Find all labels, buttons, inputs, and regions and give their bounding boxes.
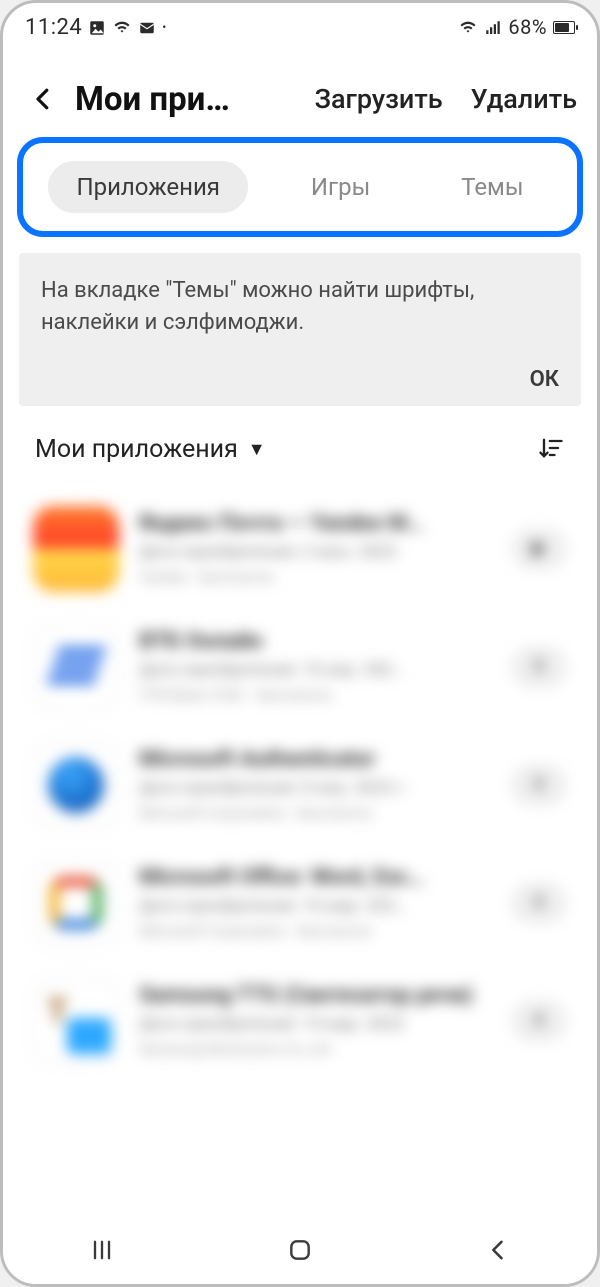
gallery-icon (88, 18, 106, 36)
download-icon: ⬇ (531, 774, 546, 795)
app-meta: Дата приобретения: 16 мар. 202… (139, 896, 491, 916)
chevron-down-icon: ▼ (248, 439, 266, 460)
app-action-button[interactable]: ⬇ (511, 764, 567, 806)
delete-button[interactable]: Удалить (471, 83, 577, 115)
app-name: Яндекс Почта — Yandex M… (139, 511, 491, 536)
download-icon: ⬇ (531, 656, 546, 677)
page-title: Мои при… (75, 80, 230, 119)
app-info: Яндекс Почта — Yandex M… Дата приобретени… (139, 511, 491, 586)
play-icon (533, 541, 545, 557)
app-name: ВТБ Онлайн (139, 629, 491, 654)
app-name: Samsung TTS (Синтезатор речи) (139, 983, 491, 1008)
tab-themes[interactable]: Темы (433, 161, 551, 213)
system-nav-bar (3, 1220, 597, 1284)
phone-frame: 11:24 • 68% Мои при… (0, 0, 600, 1287)
signal-icon (484, 18, 502, 36)
app-row[interactable]: Samsung TTS (Синтезатор речи) Дата приобр… (25, 962, 575, 1080)
download-button[interactable]: Загрузить (315, 83, 443, 115)
app-row[interactable]: Яндекс Почта — Yandex M… Дата приобретени… (25, 490, 575, 608)
app-action-button[interactable] (511, 528, 567, 570)
app-list: Яндекс Почта — Yandex M… Дата приобретени… (3, 482, 597, 1220)
app-icon (33, 978, 119, 1064)
app-info: Microsoft Office: Word, Exc… Дата приобре… (139, 865, 491, 940)
app-publisher: Yandex · Бесплатно (139, 568, 491, 586)
home-button[interactable] (287, 1237, 313, 1267)
app-publisher: VTB Bank, PJSC · Бесплатно (139, 686, 491, 704)
back-button[interactable] (23, 79, 63, 119)
download-icon: ⬇ (531, 1010, 546, 1031)
app-icon (33, 506, 119, 592)
app-row[interactable]: ВТБ Онлайн Дата приобретения: 10 апр. 202… (25, 608, 575, 726)
more-icon: • (162, 20, 167, 34)
app-info: ВТБ Онлайн Дата приобретения: 10 апр. 202… (139, 629, 491, 704)
page-header: Мои при… Загрузить Удалить (3, 51, 597, 137)
app-publisher: Microsoft Corporation · Бесплатно (139, 922, 491, 940)
app-action-button[interactable]: ⬇ (511, 646, 567, 688)
app-row[interactable]: Microsoft Authenticator Дата приобретения… (25, 726, 575, 844)
app-row[interactable]: Microsoft Office: Word, Exc… Дата приобре… (25, 844, 575, 962)
wifi-call-icon (112, 18, 132, 36)
app-action-button[interactable]: ⬇ (511, 1000, 567, 1042)
app-meta: Дата приобретения: 8 апр. 2022 г. (139, 778, 491, 798)
app-meta: Дата приобретения: 15 мар. 2022 (139, 1014, 491, 1034)
banner-text: На вкладке "Темы" можно найти шрифты, на… (41, 275, 559, 339)
tab-apps[interactable]: Приложения (48, 161, 248, 213)
app-name: Microsoft Authenticator (139, 747, 491, 772)
app-action-button[interactable]: ⬇ (511, 882, 567, 924)
download-icon: ⬇ (531, 892, 546, 913)
app-publisher: Microsoft Corporation · Бесплатно (139, 804, 491, 822)
section-dropdown[interactable]: Мои приложения ▼ (35, 435, 266, 464)
info-banner: На вкладке "Темы" можно найти шрифты, на… (19, 253, 581, 406)
app-info: Samsung TTS (Синтезатор речи) Дата приобр… (139, 983, 491, 1058)
sort-button[interactable] (537, 434, 565, 466)
app-meta: Дата приобретения: 2 июн. 2022 (139, 542, 491, 562)
app-icon (33, 742, 119, 828)
app-icon (33, 860, 119, 946)
nav-back-button[interactable] (484, 1236, 512, 1268)
app-publisher: Samsung Electronics Co.,Ltd (139, 1040, 491, 1058)
app-info: Microsoft Authenticator Дата приобретения… (139, 747, 491, 822)
battery-percentage: 68% (508, 15, 547, 39)
battery-icon (553, 21, 575, 34)
recents-button[interactable] (88, 1236, 116, 1268)
app-name: Microsoft Office: Word, Exc… (139, 865, 491, 890)
status-bar: 11:24 • 68% (3, 3, 597, 51)
mail-icon (138, 18, 156, 36)
section-header: Мои приложения ▼ (3, 424, 597, 482)
tabs-highlight-box: Приложения Игры Темы (17, 137, 583, 237)
banner-ok-button[interactable]: ОК (41, 367, 559, 392)
wifi-icon (458, 18, 478, 36)
app-icon (33, 624, 119, 710)
tab-games[interactable]: Игры (283, 161, 398, 213)
app-meta: Дата приобретения: 10 апр. 202… (139, 660, 491, 680)
section-title-label: Мои приложения (35, 435, 238, 464)
statusbar-time: 11:24 (25, 15, 82, 40)
